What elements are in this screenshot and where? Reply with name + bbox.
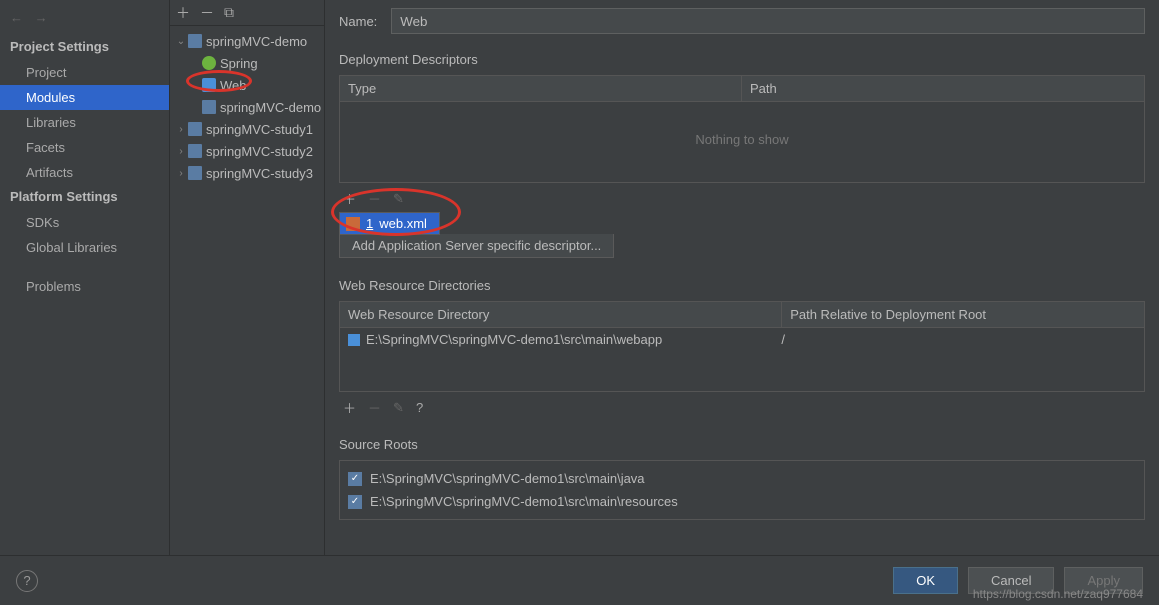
sidebar-item-artifacts[interactable]: Artifacts — [0, 160, 169, 185]
name-label: Name: — [339, 14, 377, 29]
nav-arrows: ← → — [0, 10, 169, 35]
remove-module-icon[interactable]: － — [200, 3, 214, 23]
help-icon[interactable]: ? — [16, 570, 38, 592]
folder-icon — [188, 166, 202, 180]
sidebar-item-modules[interactable]: Modules — [0, 85, 169, 110]
chevron-right-icon[interactable]: › — [174, 168, 188, 179]
ok-button[interactable]: OK — [893, 567, 958, 594]
remove-descriptor-icon: － — [368, 189, 381, 208]
copy-module-icon[interactable]: ⧉ — [224, 4, 234, 21]
tree-node-module[interactable]: › springMVC-study2 — [170, 140, 324, 162]
source-root-item[interactable]: ✓ E:\SpringMVC\springMVC-demo1\src\main\… — [340, 467, 1144, 490]
tree-toolbar: ＋ － ⧉ — [170, 0, 324, 26]
content-panel: Name: Deployment Descriptors Type Path N… — [325, 0, 1159, 555]
chevron-right-icon[interactable]: › — [174, 124, 188, 135]
platform-settings-title: Platform Settings — [0, 185, 169, 210]
back-arrow-icon[interactable]: ← — [10, 10, 23, 25]
column-path-relative: Path Relative to Deployment Root — [782, 302, 1144, 327]
popup-item-webxml[interactable]: 1 web.xml — [340, 213, 439, 234]
folder-icon — [202, 100, 216, 114]
edit-descriptor-icon: ✎ — [393, 191, 404, 207]
edit-webres-icon: ✎ — [393, 400, 404, 416]
tree-node-root[interactable]: ⌄ springMVC-demo — [170, 30, 324, 52]
web-resource-title: Web Resource Directories — [339, 278, 1145, 293]
add-webres-icon[interactable]: ＋ — [343, 398, 356, 417]
deployment-table: Type Path Nothing to show — [339, 75, 1145, 183]
chevron-right-icon[interactable]: › — [174, 146, 188, 157]
column-path: Path — [742, 76, 1144, 101]
help-toolbar-icon[interactable]: ? — [416, 400, 423, 415]
popup-label: web.xml — [379, 216, 427, 231]
sidebar-item-global-libraries[interactable]: Global Libraries — [0, 235, 169, 260]
folder-icon — [348, 334, 360, 346]
name-input[interactable] — [391, 8, 1145, 34]
checkbox-icon[interactable]: ✓ — [348, 495, 362, 509]
tree-node-web[interactable]: Web — [170, 74, 324, 96]
source-roots-title: Source Roots — [339, 437, 1145, 452]
source-roots-list: ✓ E:\SpringMVC\springMVC-demo1\src\main\… — [339, 460, 1145, 520]
deployment-descriptors-title: Deployment Descriptors — [339, 52, 1145, 67]
add-descriptor-icon[interactable]: ＋ — [343, 189, 356, 208]
tree-node-module[interactable]: › springMVC-study3 — [170, 162, 324, 184]
sidebar-item-project[interactable]: Project — [0, 60, 169, 85]
column-type: Type — [340, 76, 742, 101]
spring-icon — [202, 56, 216, 70]
cancel-button[interactable]: Cancel — [968, 567, 1054, 594]
sidebar-item-facets[interactable]: Facets — [0, 135, 169, 160]
web-icon — [202, 78, 216, 92]
add-module-icon[interactable]: ＋ — [176, 3, 190, 23]
webres-toolbar: ＋ － ✎ ? — [339, 392, 1145, 423]
forward-arrow-icon[interactable]: → — [35, 10, 48, 25]
tree-node-module[interactable]: › springMVC-study1 — [170, 118, 324, 140]
folder-icon — [188, 144, 202, 158]
tree-content: ⌄ springMVC-demo Spring Web springMVC-de… — [170, 26, 324, 184]
chevron-down-icon[interactable]: ⌄ — [174, 36, 188, 47]
checkbox-icon[interactable]: ✓ — [348, 472, 362, 486]
apply-button: Apply — [1064, 567, 1143, 594]
source-root-path: E:\SpringMVC\springMVC-demo1\src\main\ja… — [370, 471, 645, 486]
add-descriptor-popup: 1 web.xml — [339, 212, 440, 235]
dialog-button-bar: ? OK Cancel Apply — [0, 555, 1159, 605]
module-tree-panel: ＋ － ⧉ ⌄ springMVC-demo Spring Web spring… — [170, 0, 325, 555]
settings-sidebar: ← → Project Settings Project Modules Lib… — [0, 0, 170, 555]
tree-node-spring[interactable]: Spring — [170, 52, 324, 74]
remove-webres-icon: － — [368, 398, 381, 417]
folder-icon — [188, 34, 202, 48]
project-settings-title: Project Settings — [0, 35, 169, 60]
table-row[interactable]: E:\SpringMVC\springMVC-demo1\src\main\we… — [340, 328, 1144, 351]
column-web-resource-dir: Web Resource Directory — [340, 302, 782, 327]
web-resource-table: Web Resource Directory Path Relative to … — [339, 301, 1145, 392]
source-root-path: E:\SpringMVC\springMVC-demo1\src\main\re… — [370, 494, 678, 509]
sidebar-item-problems[interactable]: Problems — [0, 274, 169, 299]
popup-shortcut: 1 — [366, 216, 373, 231]
sidebar-item-sdks[interactable]: SDKs — [0, 210, 169, 235]
webres-path-value: / — [781, 332, 785, 347]
xml-file-icon — [346, 217, 360, 231]
source-root-item[interactable]: ✓ E:\SpringMVC\springMVC-demo1\src\main\… — [340, 490, 1144, 513]
deployment-toolbar: ＋ － ✎ — [339, 183, 1145, 214]
webres-dir-value: E:\SpringMVC\springMVC-demo1\src\main\we… — [366, 332, 662, 347]
popup-item-appserver[interactable]: Add Application Server specific descript… — [339, 234, 614, 258]
sidebar-item-libraries[interactable]: Libraries — [0, 110, 169, 135]
folder-icon — [188, 122, 202, 136]
tree-node-module[interactable]: springMVC-demo — [170, 96, 324, 118]
empty-placeholder: Nothing to show — [340, 102, 1144, 147]
